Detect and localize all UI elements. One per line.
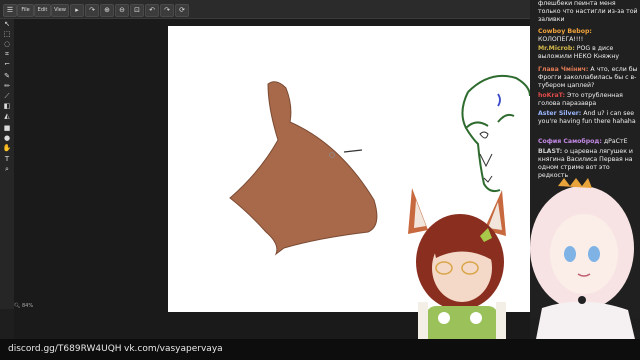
brush-icon[interactable]: ⟋: [2, 92, 12, 101]
chat-user: Глава Чмі́нич:: [538, 66, 589, 73]
zoom-out-icon[interactable]: ⊖: [115, 4, 129, 17]
crop-icon[interactable]: ⌗: [2, 50, 12, 59]
tool-panel: ↖ ⬚ ◌ ⌗ ⌐ ✎ ✏ ⟋ ◧ ◭ ■ ● ✋ T ⌕: [0, 19, 14, 309]
chat-message: Mr.Microb: РОG в дисе выложили НЕКО Княж…: [538, 45, 638, 61]
chat-user: hoKraT:: [538, 92, 566, 99]
zoom-icon-small: 🔍︎: [14, 303, 21, 309]
circle-icon[interactable]: ●: [2, 134, 12, 143]
chat-message: флешбеки пеинта меня только что настигли…: [538, 0, 638, 24]
princess-avatar: [530, 178, 640, 360]
chat-user: BLAST:: [538, 148, 563, 155]
chat-user: София Самоброд:: [538, 138, 602, 145]
shape-icon[interactable]: ■: [2, 124, 12, 133]
redo-icon[interactable]: ↷: [160, 4, 174, 17]
chat-text: флешбеки пеинта меня только что настигли…: [538, 0, 638, 23]
undo-icon[interactable]: ↶: [145, 4, 159, 17]
menu-view[interactable]: View: [51, 4, 69, 17]
sketch-eye: [479, 131, 489, 139]
chat-text: дРаСтЕ: [603, 138, 628, 145]
fit-icon[interactable]: ⊡: [130, 4, 144, 17]
chat-user: Mr.Microb:: [538, 45, 575, 52]
eyedropper-icon[interactable]: ✎: [2, 72, 12, 81]
brown-shape: [229, 81, 378, 256]
chat-user: Cowboy Bebop:: [538, 28, 592, 35]
text-icon[interactable]: T: [2, 155, 12, 164]
chat-user: Aster Silver:: [538, 110, 582, 117]
fill-icon[interactable]: ◭: [2, 112, 12, 121]
vtuber-avatars: [408, 178, 640, 360]
eraser-icon[interactable]: ◧: [2, 102, 12, 111]
chat-message: hoKraT: Это отрубленная голова паразавра: [538, 92, 638, 108]
chat-message: Aster Silver: And u? i can see you're ha…: [538, 110, 638, 126]
hamburger-icon[interactable]: ☰: [3, 4, 17, 17]
chat-message: Cowboy Bebop: КОЛОПЕГА!!!!: [538, 28, 638, 44]
pencil-icon[interactable]: ✏: [2, 82, 12, 91]
redo-arrow-icon[interactable]: ↷: [85, 4, 99, 17]
zoom-level: 84%: [21, 303, 34, 309]
zoom-in-icon[interactable]: ⊕: [100, 4, 114, 17]
history-icon[interactable]: ⟳: [175, 4, 189, 17]
hand-icon[interactable]: ✋: [2, 144, 12, 153]
chat-message: София Самоброд: дРаСтЕ: [538, 138, 638, 146]
arrow-icon[interactable]: ↖: [2, 20, 12, 29]
lasso-icon[interactable]: ◌: [2, 40, 12, 49]
menu-edit[interactable]: Edit: [34, 4, 51, 17]
fox-girl-avatar: [408, 188, 506, 360]
zoom-icon[interactable]: ⌕: [2, 165, 12, 174]
marquee-icon[interactable]: ⬚: [2, 30, 12, 39]
chat-message: BLAST: о царевна лягушек и княгина Васил…: [538, 148, 638, 180]
chat-message: Глава Чмі́нич: А что, если бы Фрогги зак…: [538, 66, 638, 90]
blue-mark: [497, 93, 501, 107]
zoom-readout: 🔍︎ 84%: [14, 303, 33, 309]
sketch-skull: [461, 74, 531, 193]
play-icon[interactable]: ▸: [70, 4, 84, 17]
menu-bar: ☰ File Edit View ▸ ↷ ⊕ ⊖ ⊡ ↶ ↷ ⟳: [0, 0, 530, 19]
menu-file[interactable]: File: [17, 4, 34, 17]
discord-link[interactable]: discord.gg/T689RW4UQH: [8, 344, 122, 354]
vk-link[interactable]: vk.com/vasyapervaya: [124, 344, 223, 354]
chat-text: КОЛОПЕГА!!!!: [538, 36, 584, 43]
footer-bar: discord.gg/T689RW4UQH vk.com/vasyapervay…: [0, 339, 640, 360]
crop-alt-icon[interactable]: ⌐: [2, 60, 12, 69]
pen-stroke: [343, 149, 363, 153]
